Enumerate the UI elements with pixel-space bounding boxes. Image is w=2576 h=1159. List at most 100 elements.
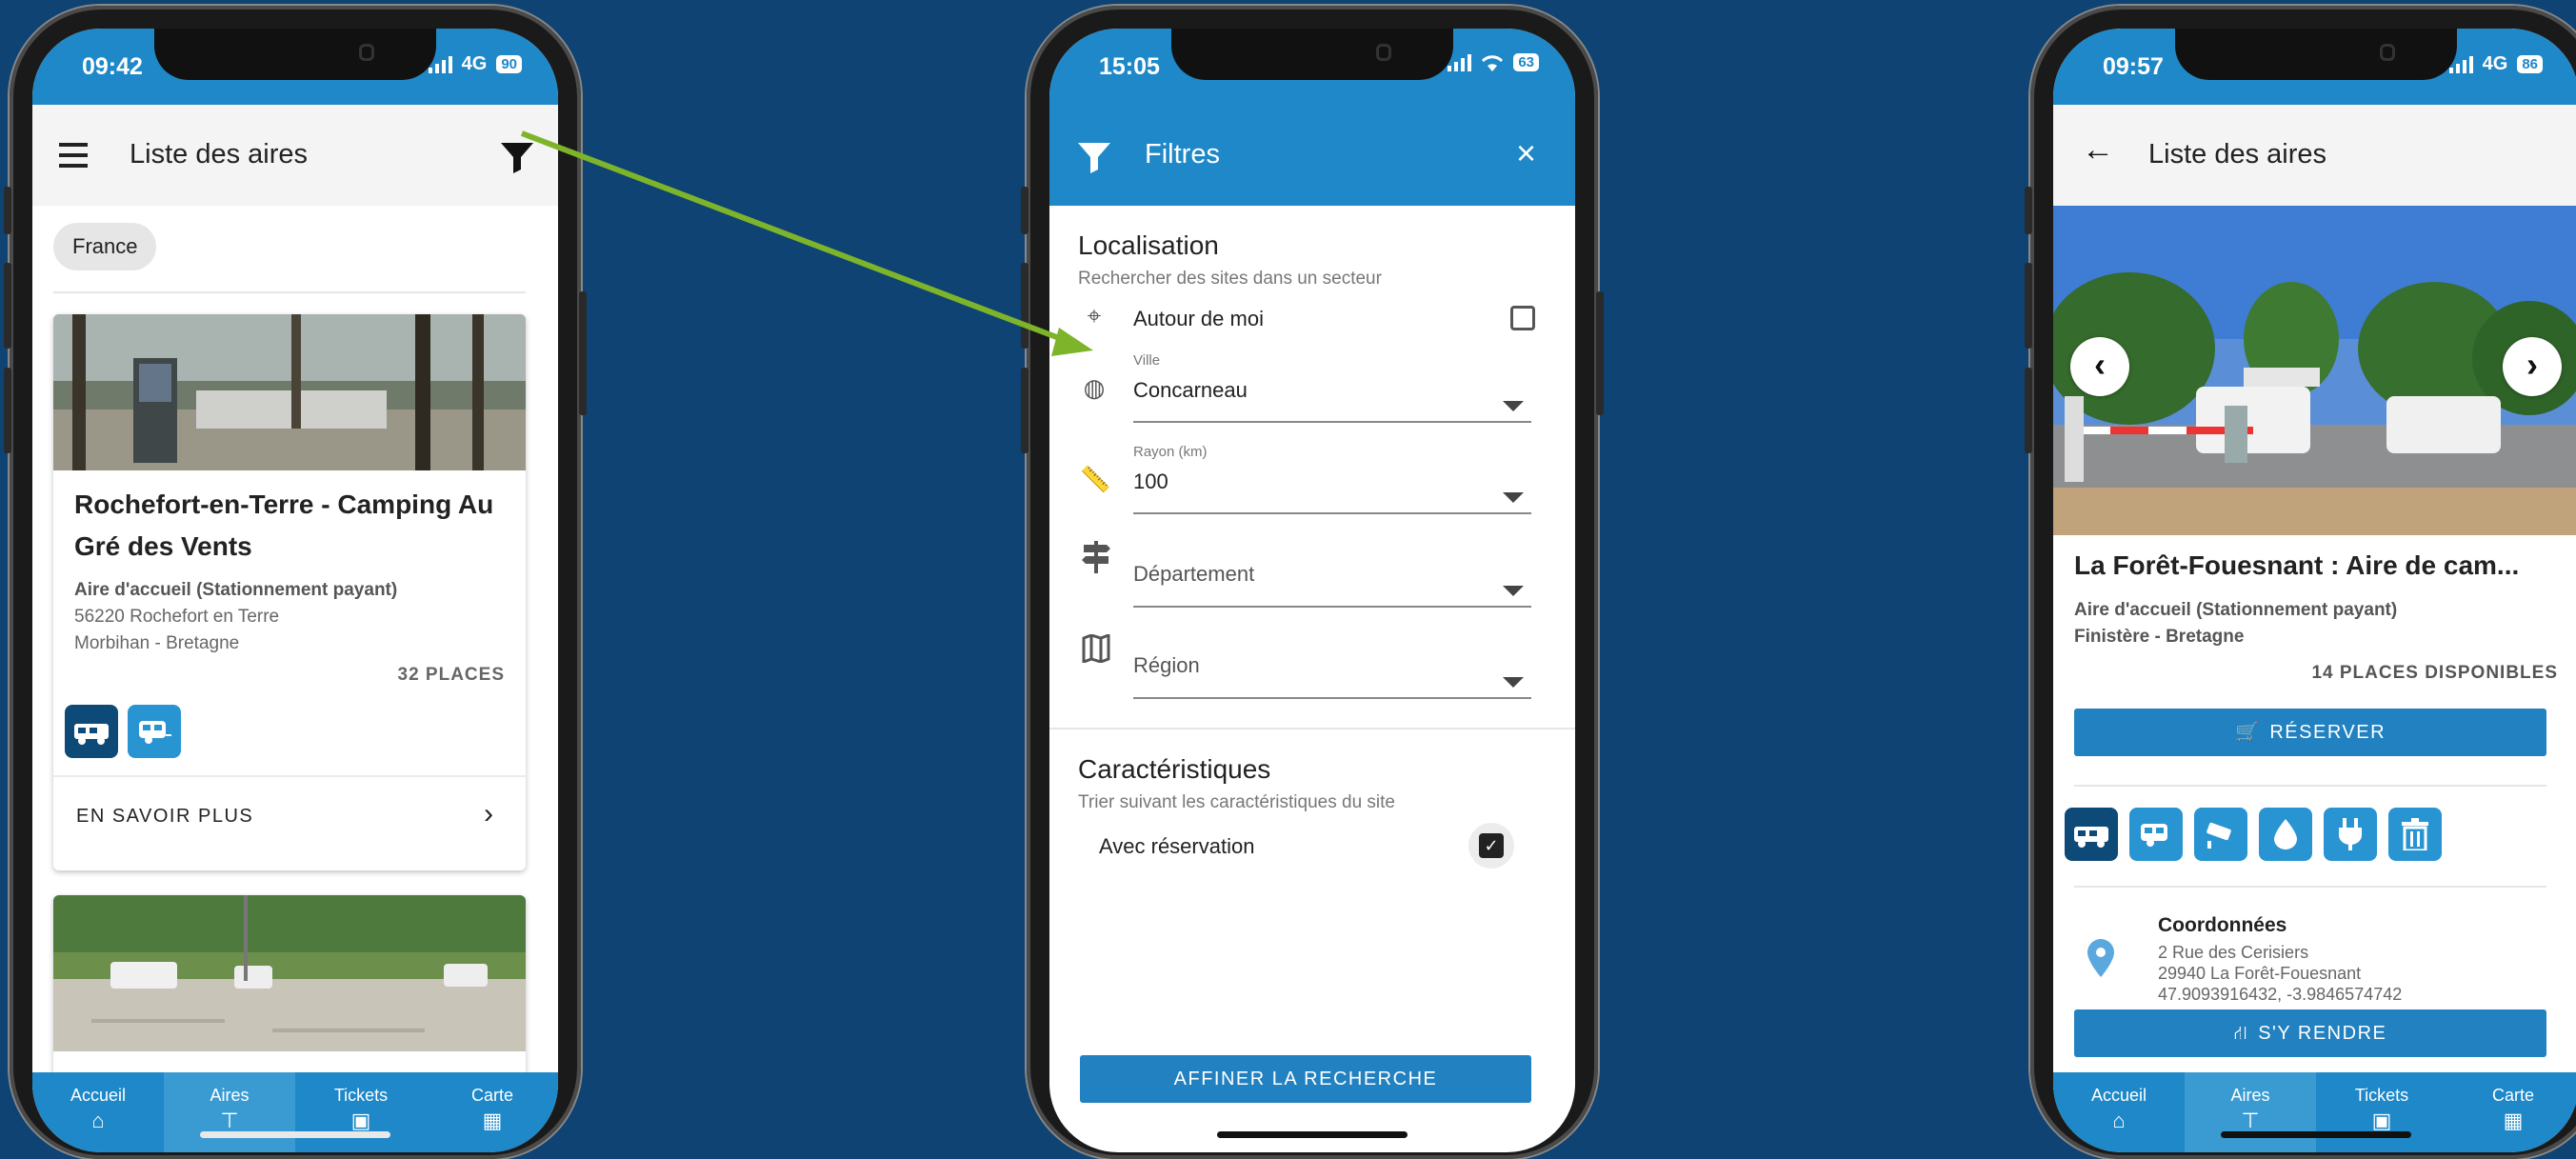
site-region: Morbihan - Bretagne	[74, 633, 240, 653]
reservation-checkbox[interactable]: ✓	[1479, 833, 1504, 858]
phone-filters: 15:05 63 Filtres × Localisation Recherch…	[1021, 6, 1604, 1159]
site-places: 32 PLACES	[397, 665, 505, 685]
phone-detail: 09:57 4G 86 ← Liste des aires ‹ › La For…	[2025, 6, 2576, 1159]
crosshair-icon: ⌖	[1087, 301, 1102, 330]
coords-gps: 47.9093916432, -3.9846574742	[2158, 985, 2403, 1004]
near-me-label: Autour de moi	[1133, 307, 1264, 330]
ville-select[interactable]: Ville Concarneau	[1133, 352, 1531, 423]
caravan-icon	[2129, 808, 2183, 861]
directions-button[interactable]: ⛙ S'Y RENDRE	[2074, 1009, 2546, 1057]
dropdown-caret-icon	[1503, 492, 1524, 503]
bottom-nav: Accueil ⌂ Aires ⊤ Tickets ▣ Carte ▦	[2053, 1072, 2576, 1152]
globe-icon: ◍	[1083, 373, 1106, 402]
plug-icon	[2324, 808, 2377, 861]
ticket-icon: ▣	[2371, 1109, 2392, 1132]
rayon-label: Rayon (km)	[1133, 444, 1208, 460]
tab-carte[interactable]: Carte ▦	[427, 1072, 558, 1152]
signpost-icon: ⊤	[220, 1109, 239, 1132]
tab-label: Aires	[2230, 1086, 2270, 1105]
site-photo-carousel[interactable]	[2053, 206, 2576, 535]
tab-label: Aires	[210, 1086, 250, 1105]
page-title: Liste des aires	[130, 139, 308, 170]
more-info-link[interactable]: EN SAVOIR PLUS ›	[53, 777, 526, 851]
network-label: 4G	[2482, 53, 2508, 74]
directions-label: S'Y RENDRE	[2258, 1023, 2387, 1044]
tab-aires[interactable]: Aires ⊤	[164, 1072, 295, 1152]
carousel-prev-icon[interactable]: ‹	[2070, 337, 2129, 396]
back-arrow-icon[interactable]: ←	[2082, 131, 2114, 169]
tab-label: Tickets	[333, 1086, 389, 1105]
more-info-label: EN SAVOIR PLUS	[76, 806, 254, 827]
site-title: Rochefort-en-Terre - Camping Au Gré des …	[74, 490, 494, 561]
camera-icon	[2194, 808, 2247, 861]
home-icon: ⌂	[91, 1109, 105, 1132]
divider	[53, 291, 526, 293]
motorhome-icon	[2065, 808, 2118, 861]
departement-select[interactable]: Département	[1133, 543, 1531, 608]
near-me-checkbox[interactable]	[1510, 306, 1535, 330]
reservation-label: Avec réservation	[1099, 834, 1255, 858]
site-address: 56220 Rochefort en Terre	[74, 607, 280, 627]
filter-icon[interactable]	[501, 143, 533, 173]
tab-tickets[interactable]: Tickets ▣	[2316, 1072, 2447, 1152]
reserve-button[interactable]: 🛒 RÉSERVER	[2074, 709, 2546, 756]
coords-city: 29940 La Forêt-Fouesnant	[2158, 964, 2362, 983]
departement-placeholder: Département	[1133, 562, 1255, 586]
caravan-icon	[128, 705, 181, 758]
trash-icon	[2388, 808, 2442, 861]
dropdown-caret-icon	[1503, 401, 1524, 411]
motorhome-icon	[65, 705, 118, 758]
battery-icon: 63	[1513, 53, 1539, 71]
status-time: 15:05	[1099, 53, 1160, 80]
tab-tickets[interactable]: Tickets ▣	[295, 1072, 427, 1152]
dropdown-caret-icon	[1503, 586, 1524, 596]
road-icon: ⛙	[2233, 1023, 2249, 1044]
battery-icon: 90	[496, 55, 522, 73]
signpost-icon: ⊤	[2241, 1109, 2260, 1132]
phone-list: 09:42 4G 90 Liste des aires France Roche…	[4, 6, 587, 1159]
home-icon: ⌂	[2112, 1109, 2126, 1132]
tab-accueil[interactable]: Accueil ⌂	[2053, 1072, 2185, 1152]
tab-label: Accueil	[70, 1086, 127, 1105]
notch	[1171, 29, 1453, 80]
refine-search-button[interactable]: AFFINER LA RECHERCHE	[1080, 1055, 1531, 1103]
app-bar: ← Liste des aires	[2053, 105, 2576, 206]
map-icon	[1082, 634, 1110, 663]
qr-code-icon: ▦	[2503, 1109, 2524, 1132]
carousel-next-icon[interactable]: ›	[2503, 337, 2562, 396]
tab-accueil[interactable]: Accueil ⌂	[32, 1072, 164, 1152]
home-indicator	[200, 1131, 390, 1138]
tab-label: Carte	[2491, 1086, 2534, 1105]
region-placeholder: Région	[1133, 653, 1200, 677]
hamburger-icon[interactable]	[59, 143, 90, 168]
signpost-icon	[1082, 541, 1110, 573]
tab-carte[interactable]: Carte ▦	[2447, 1072, 2576, 1152]
site-type: Aire d'accueil (Stationnement payant)	[2074, 600, 2398, 620]
ville-label: Ville	[1133, 352, 1161, 369]
screen: 09:42 4G 90 Liste des aires France Roche…	[32, 29, 558, 1152]
divider	[1049, 728, 1575, 729]
site-title: La Forêt-Fouesnant : Aire de cam...	[2074, 550, 2520, 580]
tab-label: Tickets	[2354, 1086, 2409, 1105]
chevron-right-icon: ›	[484, 798, 493, 829]
notch	[154, 29, 436, 80]
filter-icon	[1078, 143, 1110, 173]
dropdown-caret-icon	[1503, 677, 1524, 688]
site-card[interactable]: Rochefort-en-Terre - Camping Au Gré des …	[53, 314, 526, 870]
coords-title: Coordonnées	[2158, 914, 2287, 936]
site-places: 14 PLACES DISPONIBLES	[2311, 663, 2558, 683]
water-icon	[2259, 808, 2312, 861]
network-label: 4G	[461, 53, 488, 74]
tab-label: Carte	[470, 1086, 513, 1105]
divider	[2074, 785, 2546, 787]
filter-chip-country[interactable]: France	[53, 223, 157, 270]
close-icon[interactable]: ×	[1516, 133, 1536, 173]
rayon-select[interactable]: Rayon (km) 100	[1133, 444, 1531, 514]
tab-label: Accueil	[2090, 1086, 2147, 1105]
home-indicator	[2221, 1131, 2411, 1138]
region-select[interactable]: Région	[1133, 634, 1531, 699]
tab-aires[interactable]: Aires ⊤	[2185, 1072, 2316, 1152]
site-photo	[53, 895, 526, 1051]
location-pin-icon	[2087, 939, 2114, 977]
page-title: Liste des aires	[2148, 139, 2326, 170]
